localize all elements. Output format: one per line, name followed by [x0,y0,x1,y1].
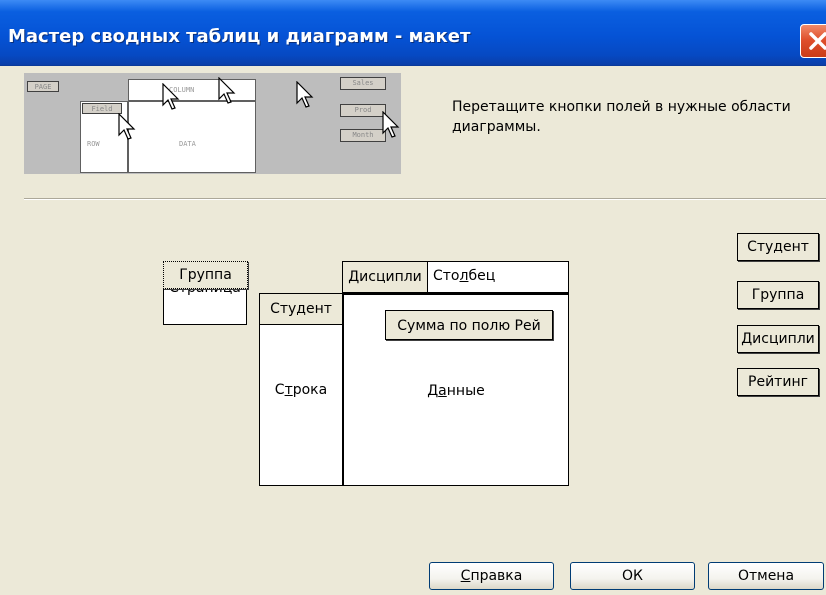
preview-month-button: Month [340,129,386,142]
cursor-arrow-icon [382,111,400,138]
title-bar: Мастер сводных таблиц и диаграмм - макет [0,0,826,66]
preview-page-box: PAGE [27,81,59,92]
cancel-button[interactable]: Отмена [708,562,824,590]
separator-highlight [24,199,826,200]
close-button[interactable] [800,24,826,58]
page-field-button-gruppa[interactable]: Группа [163,261,248,289]
preview-prod-button: Prod [340,104,386,117]
field-button-discipline[interactable]: Дисципли [737,325,819,353]
column-area[interactable]: Дисципли Столбец [342,261,569,293]
field-button-gruppa[interactable]: Группа [737,281,819,309]
data-area-label: Данные [427,383,485,399]
layout-preview-image: PAGE COLUMN ROW DATA Field Sales Prod Mo… [24,73,401,174]
data-field-button-sum-rating[interactable]: Сумма по полю Рей [385,310,553,340]
column-field-button-discipline[interactable]: Дисципли [343,262,428,292]
cursor-arrow-icon [118,113,136,140]
row-field-button-student[interactable]: Студент [260,294,342,325]
preview-sales-button: Sales [340,77,386,90]
help-button[interactable]: Справка [429,562,554,590]
preview-field-button: Field [82,103,122,114]
cursor-arrow-icon [162,83,180,110]
instruction-text: Перетащите кнопки полей в нужные области… [452,99,791,135]
row-area-label: Строка [274,382,328,398]
cursor-arrow-icon [218,77,236,104]
close-icon [809,32,826,50]
ok-button[interactable]: ОК [570,562,695,590]
window-title: Мастер сводных таблиц и диаграмм - макет [8,26,471,47]
field-button-rating[interactable]: Рейтинг [737,368,819,396]
cursor-arrow-icon [296,81,314,108]
preview-data-box: DATA [128,101,256,173]
row-area[interactable]: Студент Строка [259,293,343,486]
field-button-student[interactable]: Студент [737,233,819,261]
column-area-label: Столбец [433,268,496,284]
